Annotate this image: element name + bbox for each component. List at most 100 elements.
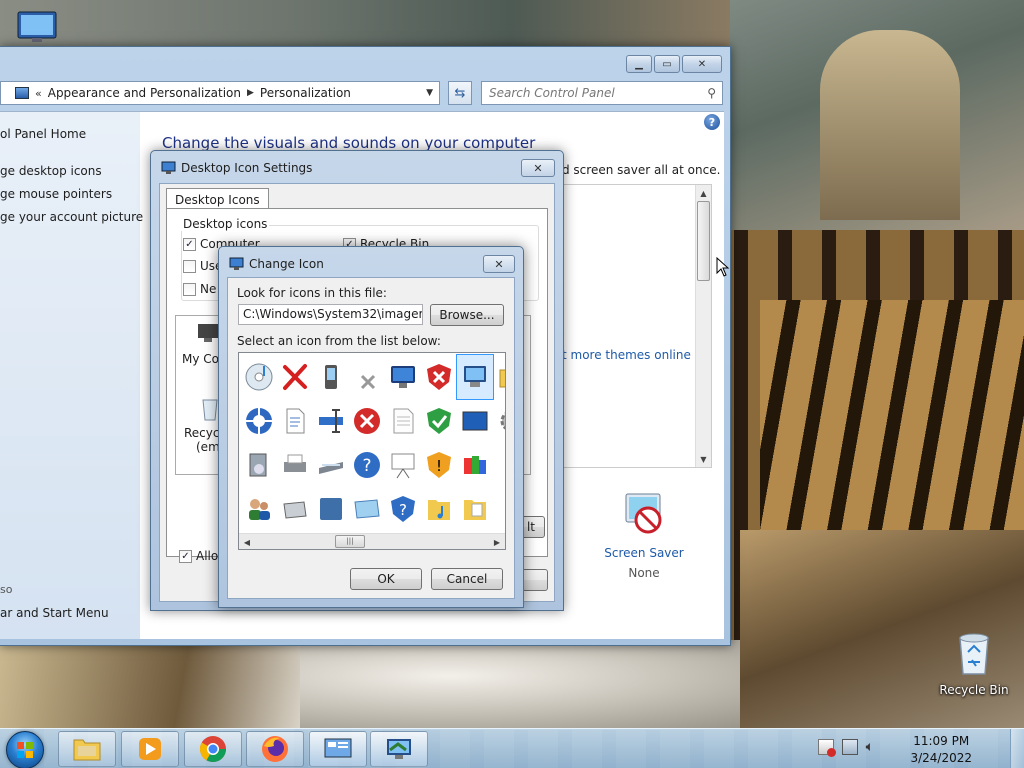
icon-option-selected[interactable] <box>456 354 494 400</box>
scroll-up-icon[interactable]: ▲ <box>696 185 711 201</box>
dis-apply-button[interactable] <box>522 569 548 591</box>
sidebar-item-home[interactable]: ol Panel Home <box>0 127 86 141</box>
address-bar[interactable]: « Appearance and Personalization ▶ Perso… <box>0 81 440 105</box>
mobile-device-icon <box>325 365 337 389</box>
start-button[interactable] <box>6 731 44 768</box>
search-input[interactable]: Search Control Panel ⚲ <box>481 81 723 105</box>
icon-option[interactable] <box>385 443 421 487</box>
network-icon[interactable] <box>841 739 858 755</box>
icon-file-path-input[interactable]: C:\Windows\System32\imageres.dll <box>238 304 423 325</box>
icon-option[interactable] <box>241 399 277 443</box>
icon-option[interactable] <box>241 443 277 487</box>
icon-option[interactable] <box>241 487 277 531</box>
breadcrumb-arrow-icon[interactable]: ▶ <box>247 88 254 98</box>
ok-button[interactable]: OK <box>350 568 422 590</box>
scroll-thumb[interactable] <box>697 201 710 281</box>
icon-option[interactable] <box>277 399 313 443</box>
icon-option[interactable] <box>349 355 385 399</box>
checkbox-network[interactable] <box>183 282 196 296</box>
change-icon-close-button[interactable]: ✕ <box>483 255 515 273</box>
breadcrumb-personalization[interactable]: Personalization <box>260 86 351 100</box>
dialog-close-button[interactable]: ✕ <box>521 159 555 177</box>
taskbar-media-player-button[interactable] <box>121 731 179 767</box>
icon-option[interactable] <box>493 487 505 531</box>
minimize-button[interactable]: ▁ <box>626 55 652 73</box>
address-dropdown-icon[interactable]: ▼ <box>426 88 433 98</box>
double-chevron-icon[interactable]: « <box>35 87 42 100</box>
scroll-left-icon[interactable]: ◀ <box>239 534 255 549</box>
sidebar-item-mouse-pointers[interactable]: ge mouse pointers <box>0 187 112 201</box>
network-checkbox[interactable]: Ne <box>183 282 216 296</box>
close-button[interactable]: ✕ <box>682 55 722 73</box>
clock[interactable]: 11:09 PM 3/24/2022 <box>910 733 972 767</box>
icon-option[interactable] <box>313 355 349 399</box>
icon-option[interactable] <box>277 355 313 399</box>
taskbar-firefox-button[interactable] <box>246 731 304 767</box>
computer-desktop-icon[interactable] <box>14 10 60 46</box>
help-icon[interactable]: ? <box>704 114 720 130</box>
checkbox-user-files[interactable] <box>183 259 196 273</box>
screen-saver-label[interactable]: Screen Saver <box>604 546 684 560</box>
icon-option[interactable] <box>313 399 349 443</box>
theme-list-scrollbar[interactable]: ▲ ▼ <box>695 185 711 467</box>
recycle-bin-desktop-icon[interactable]: Recycle Bin <box>936 630 1012 697</box>
icon-option[interactable] <box>421 399 457 443</box>
icon-option[interactable] <box>421 487 457 531</box>
change-icon-title: Change Icon <box>249 257 324 271</box>
scroll-down-icon[interactable]: ▼ <box>696 451 711 467</box>
document-folder-icon <box>464 500 486 520</box>
browse-button[interactable]: Browse... <box>430 304 504 326</box>
icon-option[interactable] <box>385 399 421 443</box>
change-icon-dialog[interactable]: Change Icon ✕ Look for icons in this fil… <box>218 246 524 608</box>
icon-list[interactable]: ? ! ? ◀ ||| ▶ <box>238 352 506 550</box>
scroll-right-icon[interactable]: ▶ <box>489 534 505 549</box>
icon-option[interactable] <box>313 443 349 487</box>
icon-option[interactable] <box>277 487 313 531</box>
icon-option[interactable] <box>277 443 313 487</box>
icon-option[interactable] <box>493 443 505 487</box>
icon-option[interactable] <box>349 487 385 531</box>
icon-option[interactable] <box>457 443 493 487</box>
maximize-button[interactable]: ▭ <box>654 55 680 73</box>
more-themes-link[interactable]: t more themes online <box>562 348 691 362</box>
icon-option[interactable] <box>313 487 349 531</box>
icon-list-scrollbar[interactable]: ◀ ||| ▶ <box>239 533 505 549</box>
icon-option[interactable]: ? <box>349 443 385 487</box>
icon-option[interactable] <box>457 399 493 443</box>
icon-option[interactable] <box>349 399 385 443</box>
icon-option[interactable]: ? <box>385 487 421 531</box>
icon-option[interactable] <box>241 355 277 399</box>
taskbar-explorer-button[interactable] <box>58 731 116 767</box>
sidebar-item-taskbar[interactable]: ar and Start Menu <box>0 606 109 620</box>
checkbox-computer[interactable]: ✓ <box>183 237 196 251</box>
window-caption-buttons: ▁ ▭ ✕ <box>626 55 722 73</box>
breadcrumb-appearance[interactable]: Appearance and Personalization <box>48 86 241 100</box>
icon-option[interactable]: ! <box>421 443 457 487</box>
show-desktop-button[interactable] <box>1010 729 1024 768</box>
icon-option[interactable] <box>493 399 505 443</box>
icon-option[interactable] <box>493 355 505 399</box>
checkbox-allow-themes[interactable]: ✓ <box>179 549 192 563</box>
search-icon[interactable]: ⚲ <box>707 86 716 100</box>
ok-label: OK <box>377 572 395 586</box>
icon-option[interactable] <box>421 355 457 399</box>
taskbar-desktop-icon-settings-button[interactable] <box>370 731 428 767</box>
sidebar-item-desktop-icons[interactable]: ge desktop icons <box>0 164 102 178</box>
refresh-button[interactable]: ⇆ <box>448 81 472 105</box>
taskbar-control-panel-button[interactable] <box>309 731 367 767</box>
icon-option[interactable] <box>457 487 493 531</box>
sidebar-item-account-picture[interactable]: ge your account picture <box>0 210 143 224</box>
theme-list[interactable]: ▲ ▼ <box>548 184 712 468</box>
cd-music-icon <box>245 363 273 391</box>
cancel-button[interactable]: Cancel <box>431 568 503 590</box>
taskbar-chrome-button[interactable] <box>184 731 242 767</box>
action-center-icon[interactable] <box>817 739 836 757</box>
user-files-checkbox[interactable]: Use <box>183 259 222 273</box>
dialog-monitor-icon <box>229 257 244 270</box>
icon-option[interactable] <box>385 355 421 399</box>
volume-icon[interactable]: 🔈︎ <box>866 739 874 755</box>
scroll-thumb[interactable]: ||| <box>335 535 365 548</box>
sidebar: ol Panel Home ge desktop icons ge mouse … <box>0 112 143 639</box>
network-adapter-icon <box>319 409 343 433</box>
screen-saver-item[interactable]: Screen Saver None <box>604 490 684 580</box>
